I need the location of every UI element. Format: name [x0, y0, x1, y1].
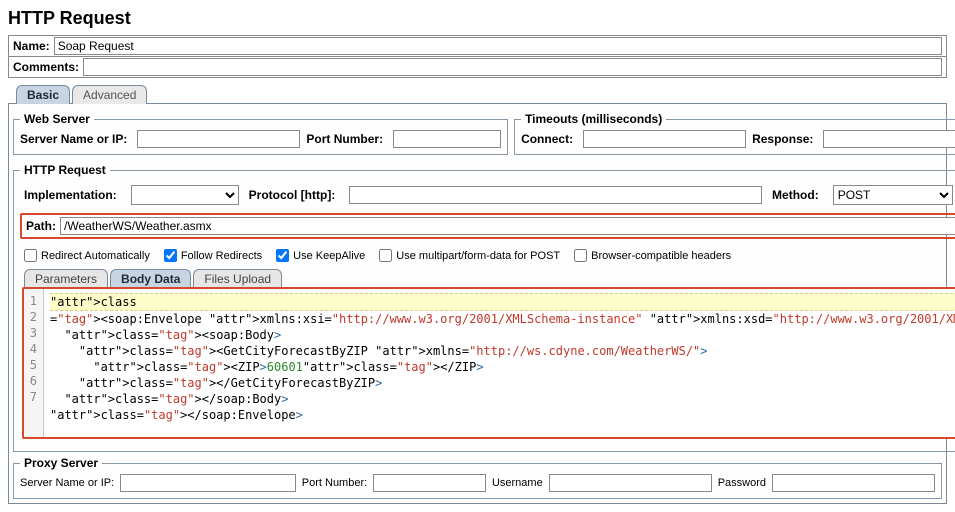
- body-data-editor[interactable]: "attr">class="tag"><soap:Envelope "attr"…: [44, 289, 955, 437]
- timeouts-fieldset: Timeouts (milliseconds) Connect: Respons…: [514, 112, 955, 155]
- redirect-automatically-input[interactable]: [24, 249, 37, 262]
- port-number-input[interactable]: [393, 130, 501, 148]
- body-subtabs: Parameters Body Data Files Upload: [24, 268, 955, 287]
- proxy-server-legend: Proxy Server: [20, 456, 102, 470]
- basic-panel: Web Server Server Name or IP: Port Numbe…: [8, 103, 947, 504]
- comments-row: Comments:: [8, 57, 947, 78]
- http-request-fieldset: HTTP Request Implementation: Protocol [h…: [13, 163, 955, 452]
- protocol-label: Protocol [http]:: [249, 186, 340, 204]
- follow-redirects-input[interactable]: [164, 249, 177, 262]
- gutter: 1234567: [24, 289, 44, 437]
- tab-advanced[interactable]: Advanced: [72, 85, 147, 104]
- use-keepalive-checkbox[interactable]: Use KeepAlive: [276, 249, 365, 262]
- web-server-legend: Web Server: [20, 112, 94, 126]
- use-multipart-input[interactable]: [379, 249, 392, 262]
- body-data-editor-highlight: 1234567 "attr">class="tag"><soap:Envelop…: [22, 287, 955, 439]
- use-multipart-label: Use multipart/form-data for POST: [396, 250, 560, 262]
- proxy-server-name-input[interactable]: [120, 474, 296, 492]
- proxy-server-fieldset: Proxy Server Server Name or IP: Port Num…: [13, 456, 942, 499]
- timeouts-legend: Timeouts (milliseconds): [521, 112, 666, 126]
- connect-input[interactable]: [583, 130, 746, 148]
- response-input[interactable]: [823, 130, 955, 148]
- subtab-parameters[interactable]: Parameters: [24, 269, 108, 288]
- page-title: HTTP Request: [8, 8, 947, 29]
- path-label: Path:: [26, 217, 60, 235]
- path-input[interactable]: [60, 217, 955, 235]
- method-select[interactable]: POST: [833, 185, 953, 205]
- subtab-files-upload[interactable]: Files Upload: [193, 269, 282, 288]
- proxy-port-input[interactable]: [373, 474, 486, 492]
- proxy-password-label: Password: [718, 477, 766, 489]
- http-request-legend: HTTP Request: [20, 163, 110, 177]
- top-tabs: Basic Advanced: [16, 84, 947, 103]
- follow-redirects-label: Follow Redirects: [181, 250, 262, 262]
- implementation-select[interactable]: [131, 185, 239, 205]
- name-input[interactable]: [54, 37, 942, 55]
- subtab-body-data[interactable]: Body Data: [110, 269, 191, 288]
- name-label: Name:: [13, 37, 54, 55]
- browser-compatible-label: Browser-compatible headers: [591, 250, 731, 262]
- browser-compatible-input[interactable]: [574, 249, 587, 262]
- server-name-label: Server Name or IP:: [20, 130, 131, 148]
- proxy-port-label: Port Number:: [302, 477, 367, 489]
- comments-input[interactable]: [83, 58, 942, 76]
- connect-label: Connect:: [521, 130, 577, 148]
- use-multipart-checkbox[interactable]: Use multipart/form-data for POST: [379, 249, 560, 262]
- follow-redirects-checkbox[interactable]: Follow Redirects: [164, 249, 262, 262]
- port-number-label: Port Number:: [306, 130, 387, 148]
- use-keepalive-label: Use KeepAlive: [293, 250, 365, 262]
- web-server-fieldset: Web Server Server Name or IP: Port Numbe…: [13, 112, 508, 155]
- proxy-username-label: Username: [492, 477, 543, 489]
- proxy-password-input[interactable]: [772, 474, 935, 492]
- response-label: Response:: [752, 130, 817, 148]
- path-row-highlight: Path:: [20, 213, 955, 239]
- redirect-automatically-checkbox[interactable]: Redirect Automatically: [24, 249, 150, 262]
- comments-label: Comments:: [13, 58, 83, 76]
- name-row: Name:: [8, 35, 947, 57]
- browser-compatible-checkbox[interactable]: Browser-compatible headers: [574, 249, 731, 262]
- proxy-server-name-label: Server Name or IP:: [20, 477, 114, 489]
- use-keepalive-input[interactable]: [276, 249, 289, 262]
- protocol-input[interactable]: [349, 186, 762, 204]
- tab-basic[interactable]: Basic: [16, 85, 70, 104]
- method-label: Method:: [772, 186, 823, 204]
- redirect-automatically-label: Redirect Automatically: [41, 250, 150, 262]
- implementation-label: Implementation:: [24, 186, 121, 204]
- server-name-input[interactable]: [137, 130, 300, 148]
- proxy-username-input[interactable]: [549, 474, 712, 492]
- http-options-row: Redirect Automatically Follow Redirects …: [20, 245, 955, 264]
